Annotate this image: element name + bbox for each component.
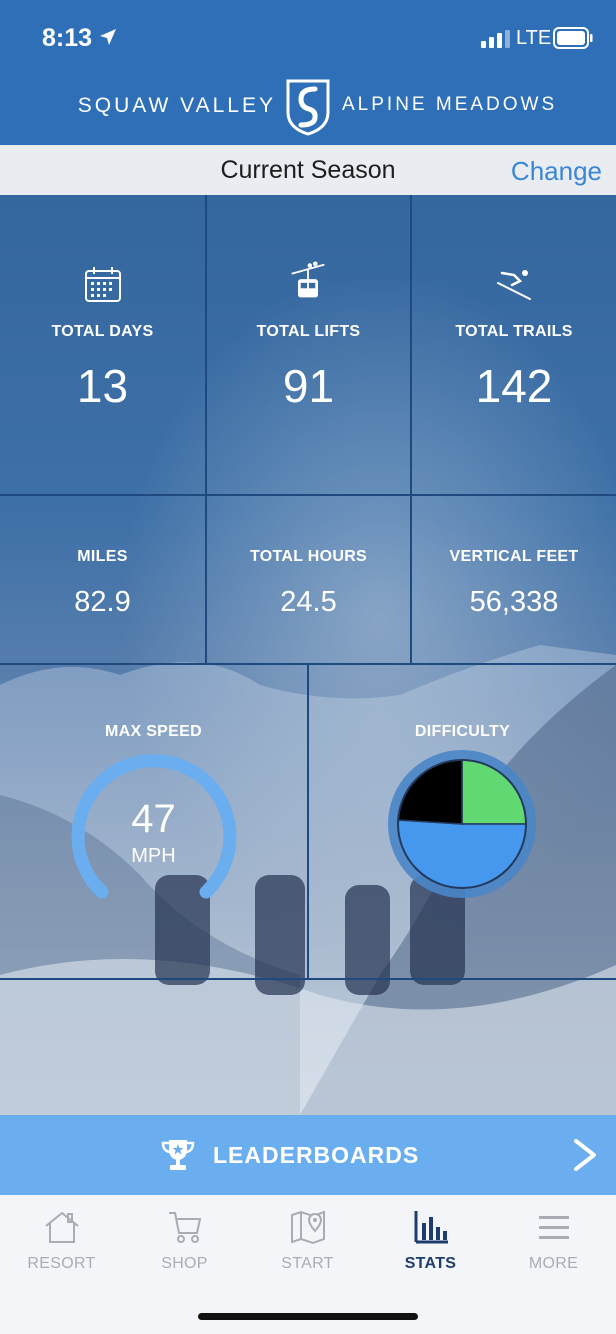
stat-max-speed: MAX SPEED 47 MPH — [0, 665, 307, 978]
season-bar: Current Season Change — [0, 145, 616, 195]
brand-name-right: ALPINE MEADOWS — [342, 94, 558, 115]
status-time: 8:13 — [42, 24, 93, 52]
chevron-right-icon — [574, 1139, 596, 1171]
stat-total-trails: TOTAL TRAILS 142 — [412, 195, 616, 494]
max-speed-unit: MPH — [131, 845, 176, 867]
gondola-icon — [291, 261, 325, 298]
stat-vertical-feet: VERTICAL FEET 56,338 — [412, 496, 616, 663]
bar-chart-icon — [414, 1211, 448, 1244]
tab-resort[interactable]: RESORT — [0, 1195, 123, 1285]
tab-start[interactable]: START — [246, 1195, 369, 1285]
stat-value: 24.5 — [280, 586, 337, 618]
stat-label: TOTAL DAYS — [51, 323, 154, 340]
chart-title: DIFFICULTY — [414, 723, 511, 740]
stat-label: VERTICAL FEET — [449, 548, 579, 565]
home-icon — [45, 1211, 79, 1243]
tab-stats[interactable]: STATS — [369, 1195, 492, 1285]
app-header: 8:13 LTE SQUAW VALLEY ALPINE MEADOWS — [0, 0, 616, 145]
stat-label: MAX SPEED — [105, 723, 202, 740]
change-season-button[interactable]: Change — [511, 156, 602, 187]
home-indicator — [198, 1313, 418, 1320]
stat-label: MILES — [77, 548, 128, 565]
trophy-icon — [161, 1140, 195, 1170]
brand-bar: SQUAW VALLEY ALPINE MEADOWS — [0, 76, 616, 136]
stat-total-lifts: TOTAL LIFTS 91 — [207, 195, 410, 494]
stat-label: TOTAL TRAILS — [455, 323, 573, 340]
skier-icon — [497, 270, 531, 300]
leaderboards-label: LEADERBOARDS — [213, 1142, 420, 1168]
network-type: LTE — [516, 27, 552, 49]
tab-shop[interactable]: SHOP — [123, 1195, 246, 1285]
battery-icon — [553, 27, 593, 49]
difficulty-pie-chart — [388, 750, 536, 898]
tab-label: STATS — [404, 1255, 457, 1272]
grid-divider — [0, 978, 616, 980]
tab-label: MORE — [528, 1255, 579, 1272]
map-pin-icon — [291, 1210, 325, 1245]
tab-label: SHOP — [161, 1255, 208, 1272]
stat-label: TOTAL LIFTS — [256, 323, 361, 340]
tab-label: START — [281, 1255, 334, 1272]
leaderboards-button[interactable]: LEADERBOARDS — [0, 1115, 616, 1195]
calendar-icon — [85, 267, 121, 302]
stat-total-days: TOTAL DAYS 13 — [0, 195, 205, 494]
stat-value: 56,338 — [469, 586, 559, 618]
stats-panel: TOTAL DAYS 13 TOTAL LIFTS 91 TOTAL TRAIL… — [0, 195, 616, 1115]
max-speed-value: 47 — [131, 797, 176, 841]
stat-value: 82.9 — [74, 586, 131, 618]
location-arrow-icon — [100, 29, 116, 45]
signal-icon — [481, 30, 510, 48]
stat-value: 142 — [475, 360, 553, 412]
stat-value: 13 — [76, 360, 129, 412]
resort-logo-icon — [286, 79, 330, 136]
menu-icon — [539, 1216, 569, 1239]
stat-total-hours: TOTAL HOURS 24.5 — [207, 496, 410, 663]
tab-more[interactable]: MORE — [492, 1195, 615, 1285]
stat-miles: MILES 82.9 — [0, 496, 205, 663]
stat-difficulty: DIFFICULTY — [309, 665, 616, 978]
cart-icon — [169, 1212, 202, 1243]
stat-value: 91 — [282, 360, 335, 412]
tab-label: RESORT — [27, 1255, 96, 1272]
stat-label: TOTAL HOURS — [249, 548, 368, 565]
brand-name-left: SQUAW VALLEY — [77, 94, 276, 117]
status-bar: 8:13 LTE — [0, 0, 616, 70]
